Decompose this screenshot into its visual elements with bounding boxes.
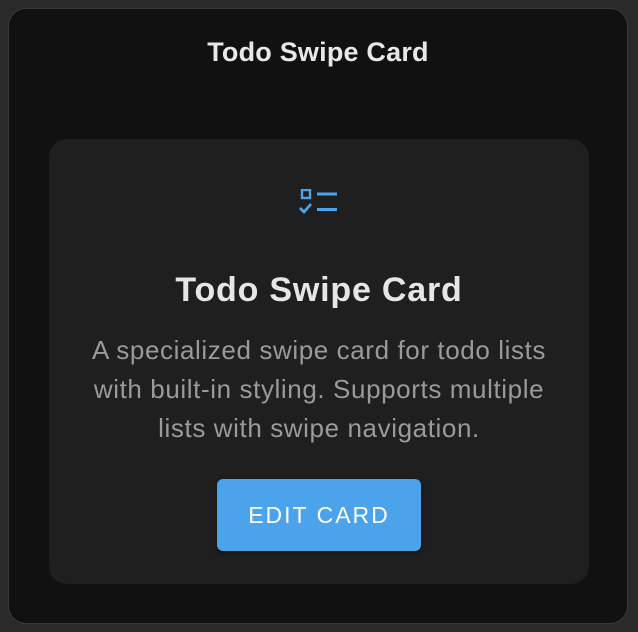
card-description: A specialized swipe card for todo lists … [91,335,547,443]
todo-checklist-icon [299,188,339,219]
todo-swipe-card: Todo Swipe Card A specialized swipe card… [49,139,589,584]
edit-card-button[interactable]: EDIT CARD [217,479,421,551]
card-title: Todo Swipe Card [175,271,463,309]
preview-title: Todo Swipe Card [207,37,429,67]
card-preview-container: Todo Swipe Card Todo Swipe Card A specia… [8,8,628,624]
